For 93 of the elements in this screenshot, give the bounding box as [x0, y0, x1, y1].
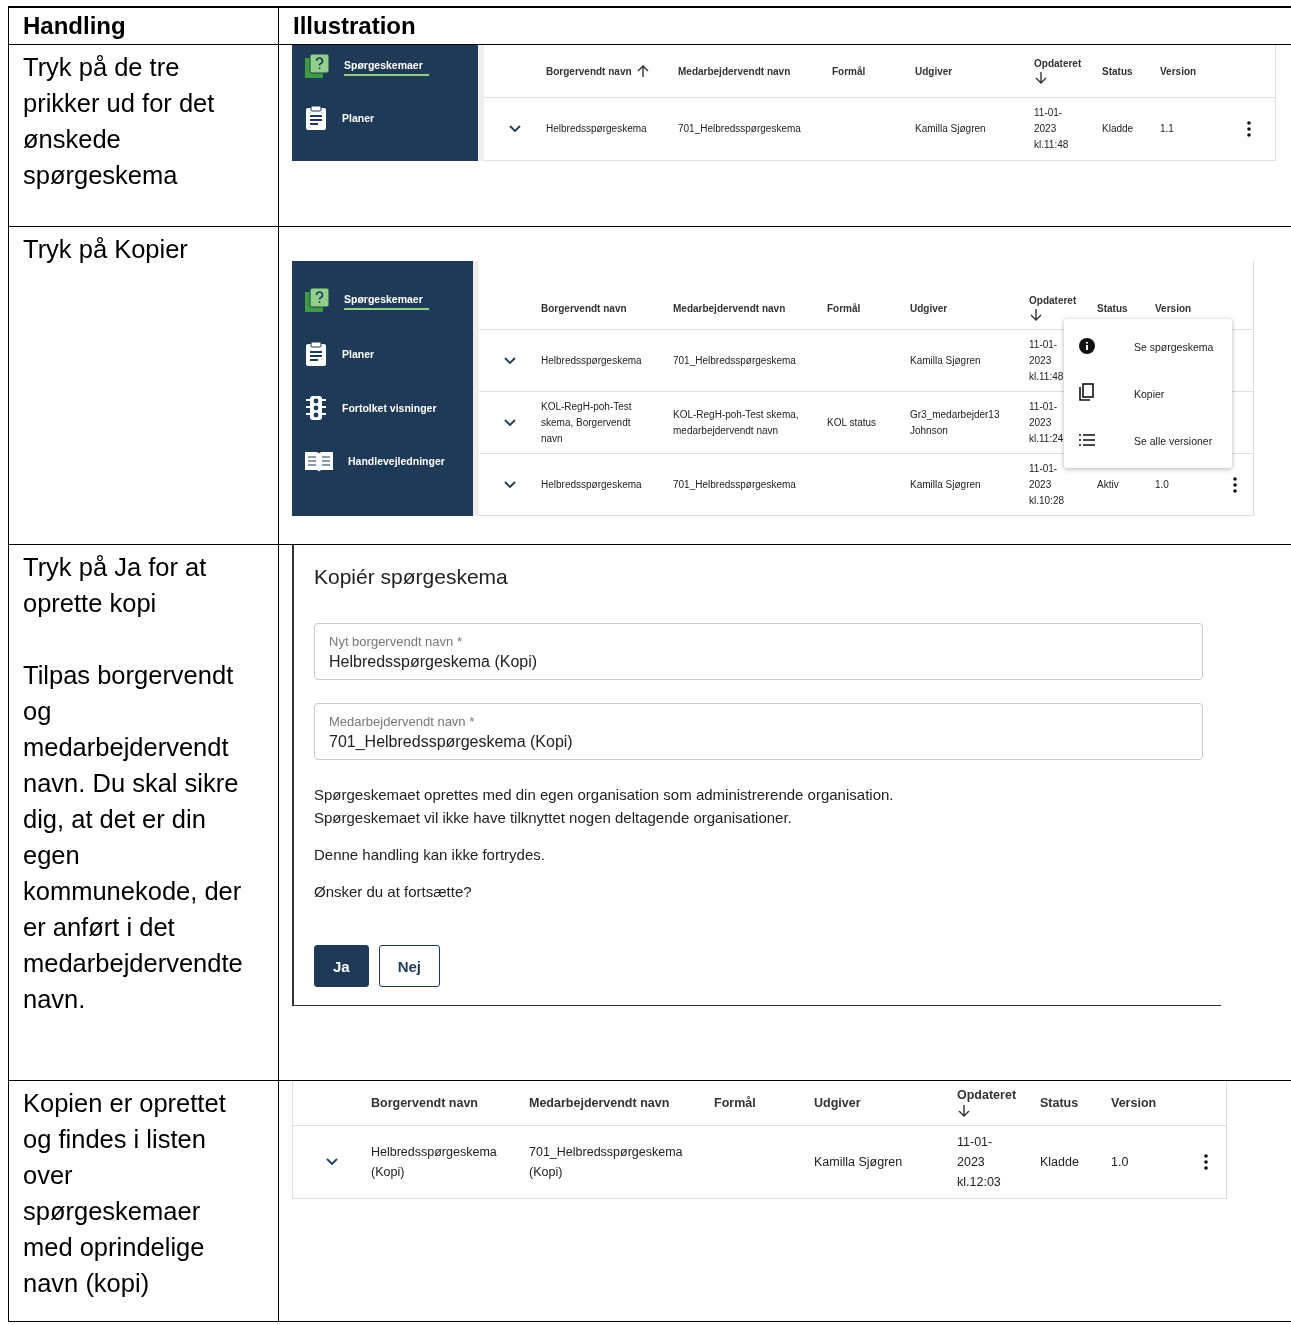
input-field[interactable]: Nyt borgervendt navn * Helbredsspørgeskema (Kopi) — [314, 623, 1203, 680]
column-header[interactable]: Udgiver — [910, 302, 948, 314]
clipboard-icon — [304, 341, 328, 367]
table-cell: 1.1 — [1160, 123, 1174, 134]
column-header: Handling — [22, 11, 127, 41]
menu-item[interactable]: Se spørgeskema — [1064, 323, 1232, 370]
table-cell: 1.0 — [1111, 1155, 1129, 1169]
table-cell: 701_Helbredsspørgeskema — [678, 123, 801, 134]
table-cell: 11-01- 2023 kl.11:48 — [1034, 107, 1069, 150]
table-cell: 11-01- 2023 kl.11:48 — [1029, 338, 1064, 382]
column-header[interactable]: Medarbejdervendt navn — [529, 1096, 670, 1110]
column-header[interactable]: Medarbejdervendt navn — [673, 302, 786, 314]
chevron-down-icon[interactable] — [504, 356, 516, 365]
table-cell: 701_Helbredsspørgeskema — [673, 478, 796, 490]
table-cell: Helbredsspørgeskema — [541, 354, 642, 366]
column-header[interactable]: Opdateret — [1034, 57, 1082, 69]
instruction-text: Tryk på Kopier — [23, 234, 189, 265]
table-cell: KOL-RegH-poh-Test skema, medarbejdervendt navn — [673, 408, 799, 436]
more-options-icon[interactable] — [1233, 476, 1237, 493]
cancel-button[interactable]: Nej — [378, 945, 441, 987]
table-cell: 701_Helbredsspørgeskema — [673, 354, 796, 366]
table-cell: 11-01- 2023 kl.10:28 — [1029, 462, 1065, 506]
clipboard-icon — [304, 105, 328, 131]
question-square-icon — [304, 53, 330, 79]
chevron-down-icon[interactable] — [504, 418, 516, 427]
sidebar-item[interactable]: Spørgeskemaer — [304, 53, 478, 79]
sidebar-item[interactable]: Planer — [304, 341, 473, 367]
table-cell: Helbredsspørgeskema (Kopi) — [371, 1145, 497, 1179]
column-header[interactable]: Formål — [832, 65, 866, 77]
table-cell: Kamilla Sjøgren — [915, 123, 986, 134]
sidebar-item[interactable]: Spørgeskemaer — [304, 287, 473, 313]
column-header[interactable]: Borgervendt navn — [371, 1096, 478, 1110]
sort-arrow-down-icon[interactable] — [957, 1104, 971, 1118]
table-cell: Kladde — [1102, 123, 1134, 134]
table-cell: Gr3_medarbejder13 Johnson — [910, 408, 1000, 436]
instruction-text: Tilpas borgervendt og medarbejdervendt navn. Du skal sikre dig, at det er din egen kommunekode, der er anført i det medarbejdervendte navn. — [23, 660, 244, 1015]
column-header[interactable]: Version — [1160, 65, 1197, 77]
sort-arrow-down-icon[interactable] — [1029, 307, 1043, 322]
column-header[interactable]: Borgervendt navn — [546, 65, 632, 77]
column-header[interactable]: Formål — [714, 1096, 756, 1110]
table-cell: Helbredsspørgeskema — [546, 123, 647, 134]
table-cell: 11-01- 2023 kl.12:03 — [957, 1135, 1001, 1189]
column-header[interactable]: Formål — [827, 302, 861, 314]
dialog-text: Denne handling kan ikke fortrydes. — [314, 845, 546, 865]
table-cell: 11-01- 2023 kl.11:24 — [1029, 400, 1064, 444]
instruction-text: Kopien er oprettet og findes i listen over spørgeskemaer med oprindelige navn (kopi) — [23, 1088, 227, 1299]
dialog-text: Spørgeskemaet oprettes med din egen organisation som administrerende organisation. Spørgeskemaet vil ikke have tilknyttet nogen deltagende organisationer. — [314, 785, 895, 828]
column-header[interactable]: Status — [1102, 65, 1133, 77]
column-header[interactable]: Version — [1155, 302, 1192, 314]
table-cell: 1.0 — [1155, 478, 1169, 490]
sidebar-item[interactable]: Fortolket visninger — [304, 395, 473, 421]
instruction-text: Tryk på Ja for at oprette kopi — [23, 552, 208, 619]
menu-item[interactable]: Kopier — [1064, 370, 1232, 417]
column-header[interactable]: Medarbejdervendt navn — [678, 65, 791, 77]
sidebar-item[interactable]: Handlevejledninger — [304, 449, 473, 473]
dialog-text: Ønsker du at fortsætte? — [314, 882, 473, 902]
more-options-icon[interactable] — [1203, 1154, 1208, 1170]
copy-icon — [1078, 382, 1096, 403]
chevron-down-icon[interactable] — [504, 480, 516, 489]
confirm-button[interactable]: Ja — [314, 945, 369, 987]
column-header[interactable]: Opdateret — [957, 1088, 1017, 1102]
info-icon — [1078, 336, 1096, 355]
column-header: Illustration — [292, 11, 417, 41]
column-header[interactable]: Opdateret — [1029, 294, 1077, 306]
sort-arrow-down-icon[interactable] — [1034, 70, 1048, 85]
column-header[interactable]: Udgiver — [915, 65, 953, 77]
chevron-down-icon[interactable] — [509, 125, 521, 133]
table-cell: Kamilla Sjøgren — [910, 354, 981, 366]
more-options-icon[interactable] — [1246, 121, 1251, 137]
column-header[interactable]: Udgiver — [814, 1096, 861, 1110]
column-header[interactable]: Borgervendt navn — [541, 302, 627, 314]
traffic-light-icon — [304, 395, 328, 421]
column-header[interactable]: Status — [1040, 1096, 1079, 1110]
table-cell: Kamilla Sjøgren — [814, 1155, 903, 1169]
column-header[interactable]: Status — [1097, 302, 1128, 314]
list-icon — [1078, 432, 1096, 447]
table-cell: Aktiv — [1097, 478, 1119, 490]
table-cell: Kamilla Sjøgren — [910, 478, 981, 490]
question-square-icon — [304, 287, 330, 313]
sidebar-item[interactable]: Planer — [304, 105, 478, 131]
table-cell: Helbredsspørgeskema — [541, 478, 642, 490]
book-icon — [304, 449, 334, 473]
menu-item[interactable]: Se alle versioner — [1064, 417, 1232, 464]
table-cell: 701_Helbredsspørgeskema (Kopi) — [529, 1145, 683, 1179]
input-field[interactable]: Medarbejdervendt navn * 701_Helbredsspørgeskema (Kopi) — [314, 703, 1203, 760]
chevron-down-icon[interactable] — [326, 1158, 338, 1166]
table-cell: KOL status — [827, 416, 877, 428]
dialog-title: Kopiér spørgeskema — [314, 565, 509, 589]
column-header[interactable]: Version — [1111, 1096, 1157, 1110]
table-cell: KOL-RegH-poh-Test skema, Borgervendt navn — [541, 400, 632, 444]
table-cell: Kladde — [1040, 1155, 1079, 1169]
instruction-text: Tryk på de tre prikker ud for det ønskede spørgeskema — [23, 52, 216, 191]
sort-arrow-up-icon[interactable] — [635, 64, 650, 78]
